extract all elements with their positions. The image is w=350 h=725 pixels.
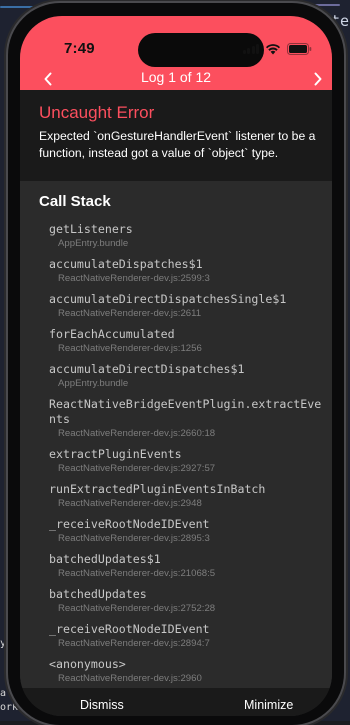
stack-frame-list: getListeners AppEntry.bundle accumulateDis…	[49, 222, 327, 688]
log-nav-row: Log 1 of 12	[20, 68, 332, 90]
stack-frame[interactable]: ReactNativeBridgeEventPlugin.extractEven…	[49, 397, 327, 440]
stack-frame-location: ReactNativeRenderer-dev.js:2895:3	[58, 533, 210, 544]
stack-frame-location: AppEntry.bundle	[58, 238, 129, 249]
minimize-button[interactable]: Minimize	[244, 698, 293, 712]
stack-frame-function: <anonymous>	[49, 657, 126, 671]
stack-frame-function: _receiveRootNodeIDEvent	[49, 517, 210, 531]
stack-frame[interactable]: batchedUpdates ReactNativeRenderer-dev.js…	[49, 587, 327, 615]
stack-frame-location: ReactNativeRenderer-dev.js:2960	[58, 673, 202, 684]
stack-frame-location: ReactNativeRenderer-dev.js:2927:57	[58, 463, 216, 474]
next-log-button[interactable]	[304, 68, 332, 90]
stack-frame-location: ReactNativeRenderer-dev.js:2752:28	[58, 603, 216, 614]
stack-frame-function: batchedUpdates$1	[49, 552, 161, 566]
stack-frame[interactable]: accumulateDirectDispatches$1 AppEntry.bun…	[49, 362, 327, 390]
stack-frame-function: accumulateDirectDispatchesSingle$1	[49, 292, 287, 306]
phone-screen: 7:49 Log 1 of 12 Uncaught Error Expected…	[20, 16, 332, 716]
stack-frame-location: ReactNativeRenderer-dev.js:2611	[58, 308, 202, 319]
bg-side-text: y	[0, 638, 7, 649]
log-footer: Dismiss Minimize	[20, 688, 332, 716]
error-message[interactable]: Expected `onGestureHandlerEvent` listene…	[39, 128, 324, 162]
stack-frame[interactable]: _receiveRootNodeIDEvent ReactNativeRender…	[49, 622, 327, 650]
stack-frame-function: accumulateDispatches$1	[49, 257, 203, 271]
stack-frame[interactable]: extractPluginEvents ReactNativeRenderer-d…	[49, 447, 327, 475]
stack-frame[interactable]: <anonymous> ReactNativeRenderer-dev.js:29…	[49, 657, 327, 685]
bg-side-text: a	[0, 688, 7, 699]
wifi-icon	[265, 43, 281, 55]
stack-frame-function: _receiveRootNodeIDEvent	[49, 622, 210, 636]
stack-frame-location: ReactNativeRenderer-dev.js:2948	[58, 498, 202, 509]
status-icons	[242, 43, 313, 55]
stack-frame[interactable]: batchedUpdates$1 ReactNativeRenderer-dev.…	[49, 552, 327, 580]
stack-frame-function: getListeners	[49, 222, 133, 236]
status-time: 7:49	[64, 40, 95, 57]
stack-frame-location: ReactNativeRenderer-dev.js:2660:18	[58, 428, 216, 439]
stack-frame-location: ReactNativeRenderer-dev.js:1256	[58, 343, 202, 354]
stack-frame[interactable]: forEachAccumulated ReactNativeRenderer-de…	[49, 327, 327, 355]
stack-frame-function: forEachAccumulated	[49, 327, 175, 341]
call-stack-title: Call Stack	[39, 193, 111, 210]
stack-frame[interactable]: accumulateDirectDispatchesSingle$1 ReactN…	[49, 292, 327, 320]
stack-frame-location: ReactNativeRenderer-dev.js:2599:3	[58, 273, 210, 284]
stack-frame-function: batchedUpdates	[49, 587, 147, 601]
stack-frame-function: extractPluginEvents	[49, 447, 182, 461]
call-stack-panel[interactable]: Call Stack getListeners AppEntry.bundle ac…	[20, 181, 332, 688]
stack-frame-location: ReactNativeRenderer-dev.js:21068:5	[58, 568, 216, 579]
error-summary: Uncaught Error Expected `onGestureHandle…	[20, 90, 332, 181]
stack-frame-function: runExtractedPluginEventsInBatch	[49, 482, 266, 496]
phone-frame: 7:49 Log 1 of 12 Uncaught Error Expected…	[8, 3, 344, 725]
stack-frame[interactable]: accumulateDispatches$1 ReactNativeRendere…	[49, 257, 327, 285]
error-title: Uncaught Error	[39, 103, 155, 122]
stack-frame[interactable]: getListeners AppEntry.bundle	[49, 222, 327, 250]
stack-frame-location: AppEntry.bundle	[58, 378, 129, 389]
chevron-right-icon	[314, 72, 322, 86]
stack-frame[interactable]: _receiveRootNodeIDEvent ReactNativeRender…	[49, 517, 327, 545]
stack-frame-location: ReactNativeRenderer-dev.js:2894:7	[58, 638, 210, 649]
cellular-signal-icon	[242, 44, 259, 54]
battery-icon	[287, 43, 312, 55]
log-header: 7:49 Log 1 of 12	[20, 16, 332, 90]
dismiss-button[interactable]: Dismiss	[80, 698, 124, 712]
log-counter-title: Log 1 of 12	[140, 69, 212, 85]
stack-frame[interactable]: runExtractedPluginEventsInBatch ReactNati…	[49, 482, 327, 510]
stack-frame-function: ReactNativeBridgeEventPlugin.extractEven…	[49, 397, 322, 426]
stack-frame-function: accumulateDirectDispatches$1	[49, 362, 245, 376]
